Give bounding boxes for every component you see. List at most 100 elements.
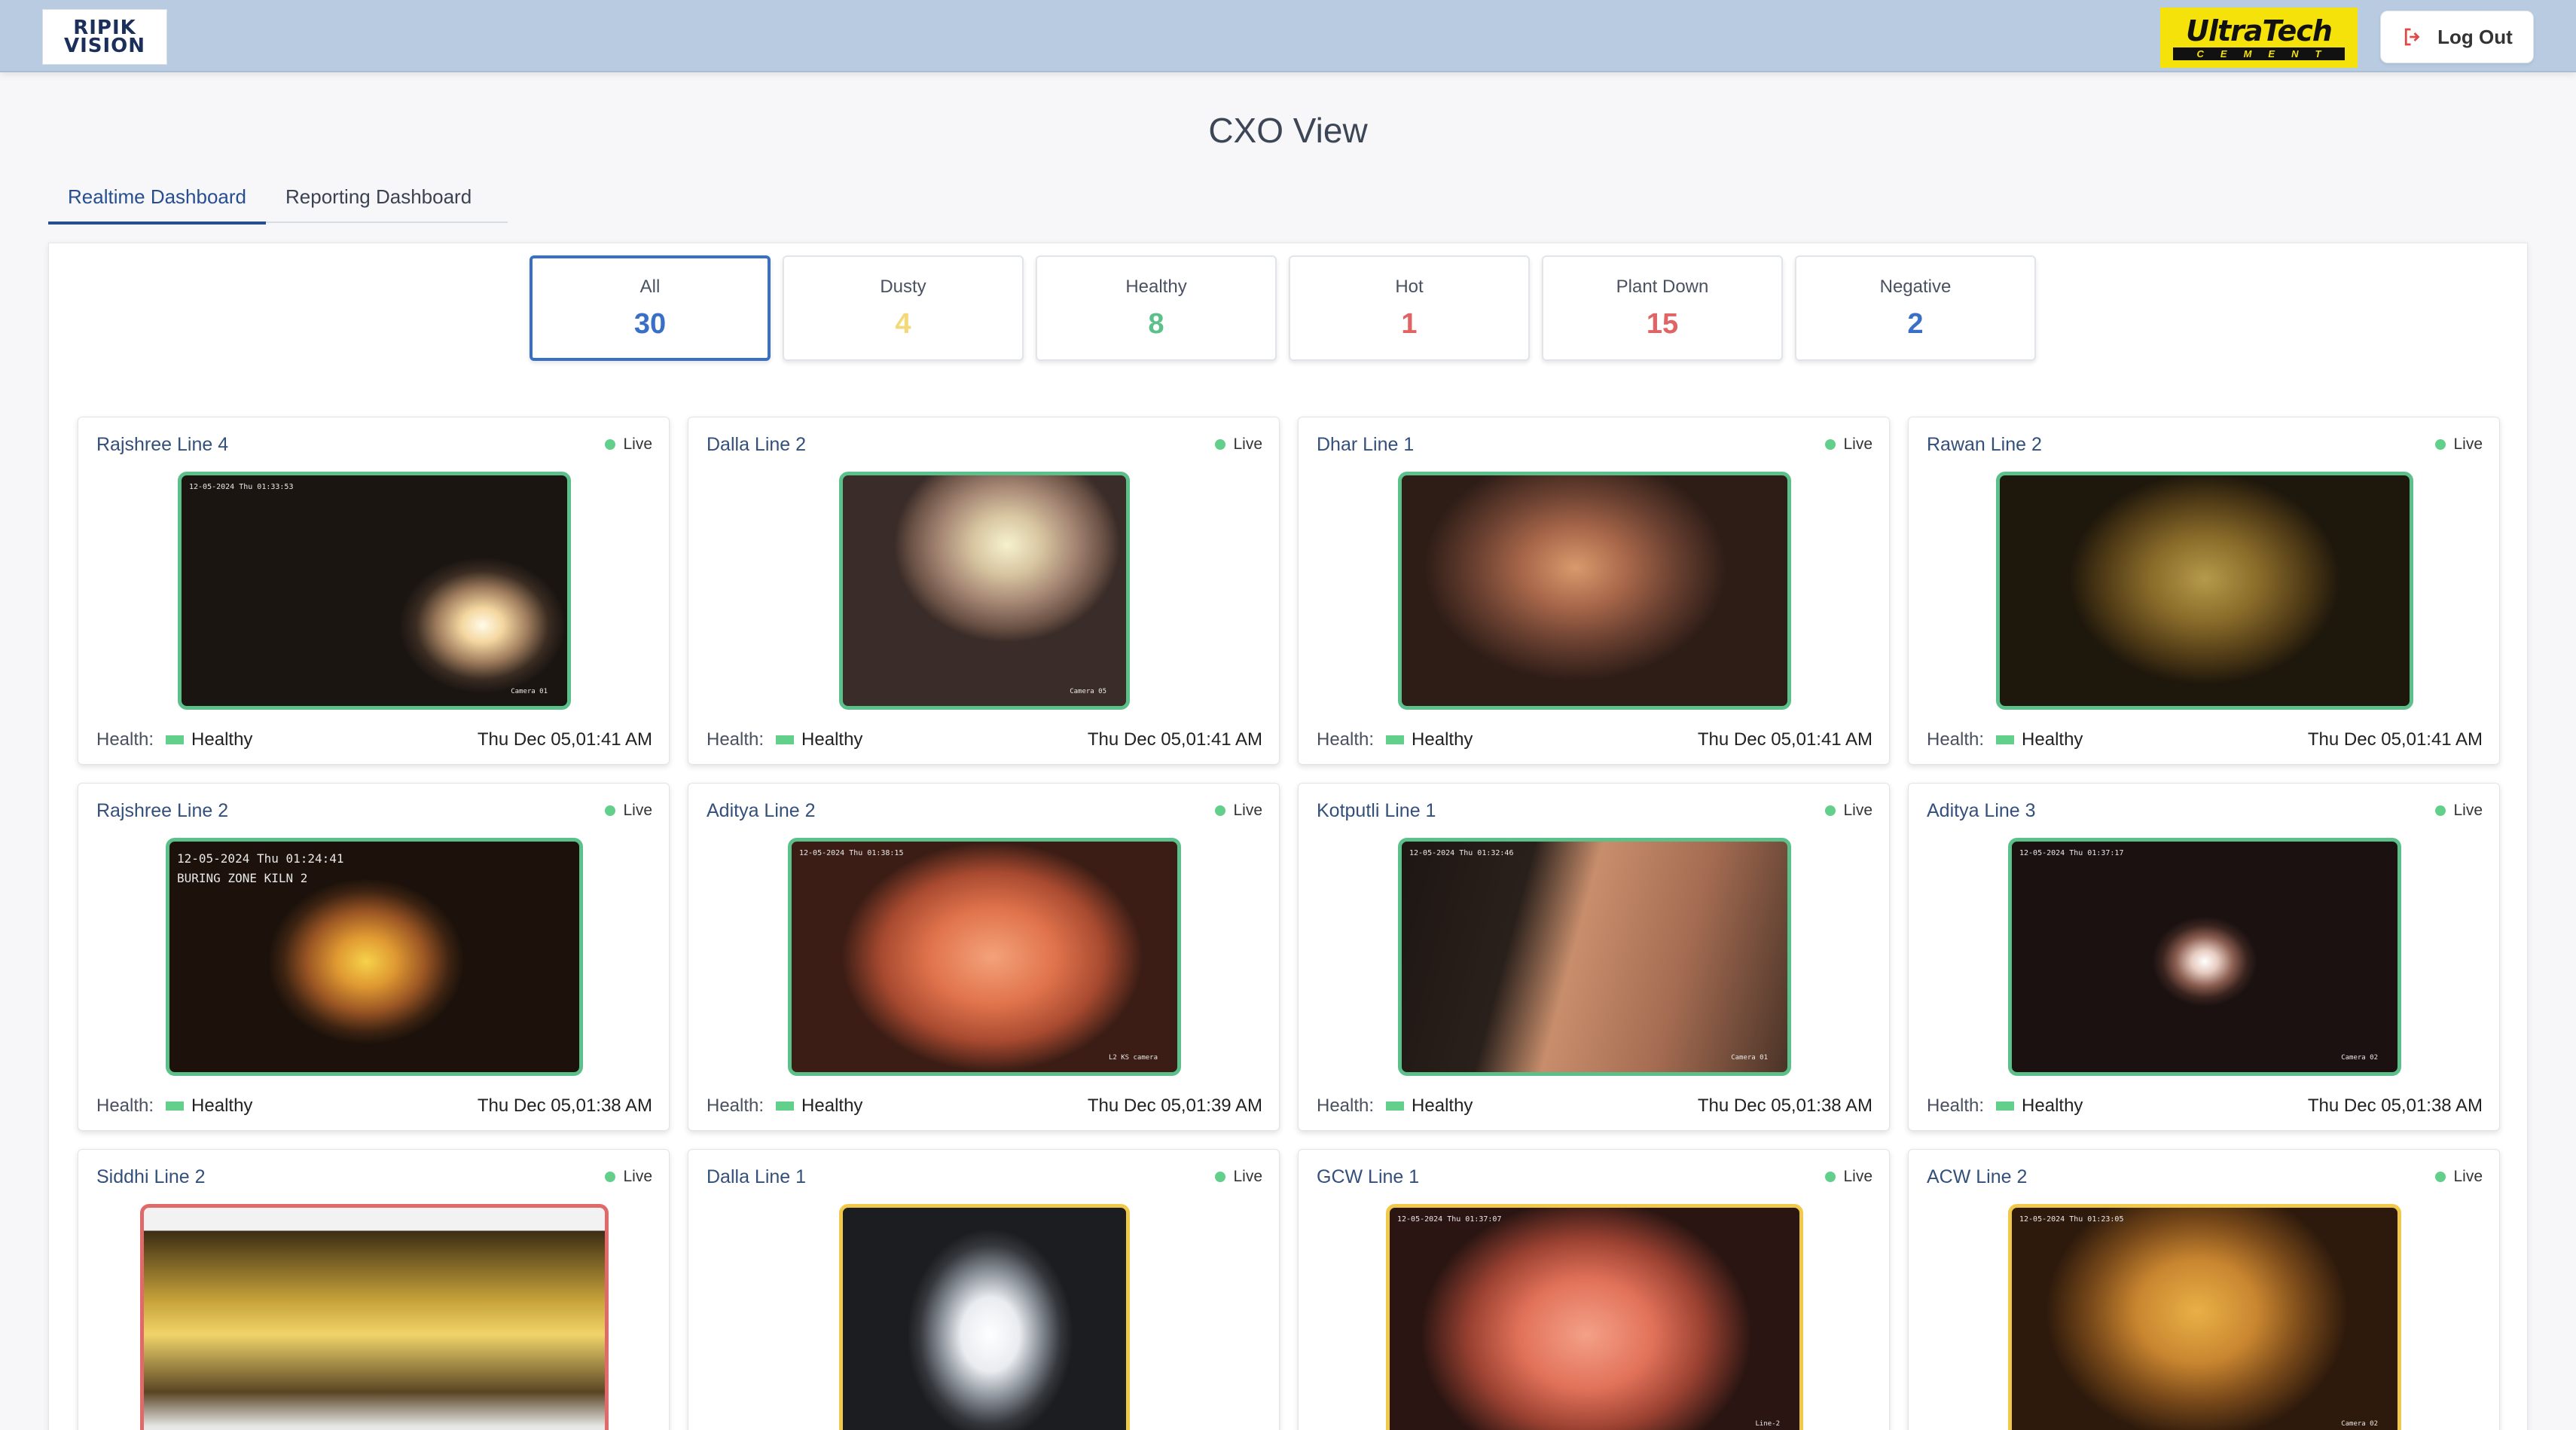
camera-name: Aditya Line 3: [1927, 800, 2036, 821]
feed-camera-label: Camera 02: [2341, 1054, 2378, 1062]
live-indicator: Live: [2435, 802, 2483, 820]
ripik-vision-logo[interactable]: RIPIK VISION: [42, 9, 167, 65]
live-dot-icon: [605, 1172, 616, 1182]
camera-name: Rajshree Line 2: [96, 800, 229, 821]
camera-card[interactable]: Aditya Line 2 Live 12-05-2024 Thu 01:38:…: [688, 783, 1280, 1131]
camera-card[interactable]: Siddhi Line 2 Live: [78, 1149, 670, 1430]
ultratech-logo: UltraTech CEMENT: [2160, 8, 2358, 68]
live-dot-icon: [2435, 805, 2446, 816]
health-status: Health: Healthy: [96, 729, 252, 750]
camera-feed[interactable]: [1996, 472, 2413, 710]
health-status: Health: Healthy: [1927, 1095, 2083, 1117]
health-label: Health:: [96, 1095, 154, 1116]
tab-reporting-dashboard[interactable]: Reporting Dashboard: [266, 170, 491, 223]
filter-negative[interactable]: Negative 2: [1795, 255, 2036, 361]
camera-panel: All 30 Dusty 4 Healthy 8 Hot 1 Plant Dow…: [48, 243, 2528, 1430]
camera-feed[interactable]: 12-05-2024 Thu 01:37:17 Camera 02: [2008, 838, 2401, 1076]
live-indicator: Live: [2435, 1168, 2483, 1186]
logout-button[interactable]: Log Out: [2380, 11, 2534, 63]
filter-plant-down[interactable]: Plant Down 15: [1542, 255, 1783, 361]
health-value: Healthy: [191, 1095, 253, 1116]
ultratech-logo-sub: CEMENT: [2172, 47, 2346, 60]
camera-feed[interactable]: 12-05-2024 Thu 01:32:46 Camera 01: [1398, 838, 1791, 1076]
feed-timestamp-overlay: 12-05-2024 Thu 01:37:07: [1397, 1215, 1502, 1224]
camera-card[interactable]: Rajshree Line 2 Live 12-05-2024 Thu 01:2…: [78, 783, 670, 1131]
live-label: Live: [1233, 802, 1262, 819]
health-value: Healthy: [801, 1095, 863, 1116]
camera-feed[interactable]: 12-05-2024 Thu 01:23:05 Camera 02: [2008, 1204, 2401, 1430]
camera-name: Dalla Line 1: [707, 1166, 807, 1187]
live-label: Live: [623, 435, 652, 453]
logout-icon: [2405, 28, 2420, 46]
health-label: Health:: [1317, 1095, 1375, 1116]
camera-card[interactable]: Kotputli Line 1 Live 12-05-2024 Thu 01:3…: [1298, 783, 1890, 1131]
feed-timestamp-overlay: 12-05-2024 Thu 01:23:05: [2019, 1215, 2124, 1224]
camera-feed[interactable]: 12-05-2024 Thu 01:38:15 L2 KS camera: [788, 838, 1181, 1076]
camera-card[interactable]: Aditya Line 3 Live 12-05-2024 Thu 01:37:…: [1908, 783, 2500, 1131]
camera-feed[interactable]: [1398, 472, 1791, 710]
health-swatch-icon: [1996, 1102, 2015, 1111]
health-value: Healthy: [191, 729, 253, 750]
camera-card[interactable]: Rajshree Line 4 Live 12-05-2024 Thu 01:3…: [78, 417, 670, 765]
camera-name: Rawan Line 2: [1927, 434, 2042, 455]
health-label: Health:: [1317, 729, 1375, 750]
last-updated: Thu Dec 05,01:39 AM: [1087, 1095, 1262, 1116]
live-indicator: Live: [1825, 1168, 1872, 1186]
filter-all[interactable]: All 30: [530, 255, 771, 361]
live-indicator: Live: [1825, 802, 1872, 820]
live-dot-icon: [605, 439, 616, 450]
camera-name: GCW Line 1: [1317, 1166, 1420, 1187]
last-updated: Thu Dec 05,01:38 AM: [1697, 1095, 1872, 1116]
feed-camera-label: Line-2: [1755, 1420, 1780, 1428]
camera-feed[interactable]: 12-05-2024 Thu 01:33:53 Camera 01: [178, 472, 571, 710]
live-label: Live: [623, 802, 652, 819]
camera-name: Dalla Line 2: [707, 434, 807, 455]
tab-realtime-dashboard[interactable]: Realtime Dashboard: [48, 170, 267, 225]
health-status: Health: Healthy: [1927, 729, 2083, 750]
live-indicator: Live: [1215, 802, 1262, 820]
camera-card[interactable]: Dalla Line 1 Live: [688, 1149, 1280, 1430]
camera-card[interactable]: ACW Line 2 Live 12-05-2024 Thu 01:23:05 …: [1908, 1149, 2500, 1430]
feed-timestamp-overlay: 12-05-2024 Thu 01:33:53: [189, 483, 294, 491]
filter-label: Plant Down: [1616, 276, 1709, 297]
camera-name: Siddhi Line 2: [96, 1166, 206, 1187]
camera-card[interactable]: Dalla Line 2 Live Camera 05 Health: Healt…: [688, 417, 1280, 765]
filter-count: 30: [633, 307, 667, 340]
feed-camera-label: Camera 01: [511, 688, 548, 695]
health-swatch-icon: [776, 1102, 795, 1111]
feed-timestamp-overlay: 12-05-2024 Thu 01:24:41 BURING ZONE KILN …: [177, 849, 344, 888]
feed-camera-label: Camera 01: [1731, 1054, 1768, 1062]
camera-feed[interactable]: 12-05-2024 Thu 01:24:41 BURING ZONE KILN …: [166, 838, 583, 1076]
health-swatch-icon: [1386, 1102, 1405, 1111]
filter-dusty[interactable]: Dusty 4: [783, 255, 1024, 361]
live-dot-icon: [1215, 439, 1226, 450]
feed-overlay-line1: 12-05-2024 Thu 01:24:41: [177, 851, 344, 866]
camera-feed[interactable]: Camera 05: [839, 472, 1130, 710]
camera-name: Kotputli Line 1: [1317, 800, 1436, 821]
feed-camera-label: L2 KS camera: [1108, 1054, 1158, 1062]
health-status: Health: Healthy: [96, 1095, 252, 1117]
last-updated: Thu Dec 05,01:41 AM: [2307, 729, 2483, 750]
filter-count: 2: [1907, 307, 1924, 340]
camera-card[interactable]: Rawan Line 2 Live Health: Healthy Thu Dec…: [1908, 417, 2500, 765]
camera-feed[interactable]: [839, 1204, 1130, 1430]
live-dot-icon: [2435, 439, 2446, 450]
ultratech-logo-brand: UltraTech: [2186, 14, 2333, 47]
last-updated: Thu Dec 05,01:38 AM: [477, 1095, 652, 1116]
camera-card[interactable]: GCW Line 1 Live 12-05-2024 Thu 01:37:07 …: [1298, 1149, 1890, 1430]
filter-count: 4: [895, 307, 911, 340]
health-status: Health: Healthy: [1317, 729, 1473, 750]
filter-label: Dusty: [880, 276, 926, 297]
live-label: Live: [1233, 435, 1262, 453]
live-label: Live: [2453, 802, 2483, 819]
live-dot-icon: [1825, 439, 1836, 450]
health-value: Healthy: [1412, 1095, 1473, 1116]
filter-hot[interactable]: Hot 1: [1289, 255, 1530, 361]
feed-timestamp-overlay: 12-05-2024 Thu 01:37:17: [2019, 849, 2124, 857]
camera-feed[interactable]: 12-05-2024 Thu 01:37:07 Line-2: [1386, 1204, 1803, 1430]
filter-healthy[interactable]: Healthy 8: [1036, 255, 1277, 361]
camera-feed[interactable]: [140, 1204, 609, 1430]
status-filters: All 30 Dusty 4 Healthy 8 Hot 1 Plant Dow…: [530, 255, 2036, 362]
camera-card[interactable]: Dhar Line 1 Live Health: Healthy Thu Dec …: [1298, 417, 1890, 765]
live-label: Live: [2453, 435, 2483, 453]
